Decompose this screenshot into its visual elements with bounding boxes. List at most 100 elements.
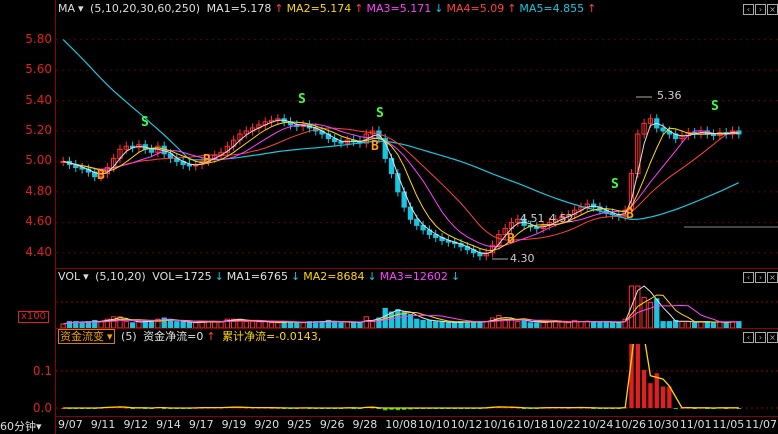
fund-flow-params: (5)	[121, 330, 137, 343]
ma-value-1: MA1=5.178	[206, 2, 272, 15]
flow-prev-button[interactable]: ‹	[743, 332, 754, 343]
sell-signal: S	[298, 92, 306, 107]
vol-arrow-3: ↓	[367, 270, 377, 283]
net-flow-arrow: ↑	[206, 330, 216, 343]
net-flow-value: 资金净流=0	[143, 330, 204, 343]
buy-signal: B	[97, 168, 105, 183]
sell-signal: S	[141, 115, 149, 130]
volume-values: VOL=1725 ↓ MA1=6765 ↓ MA2=8684 ↓ MA3=12602 ↓	[152, 270, 463, 283]
ma-arrow-3: ↓	[434, 2, 444, 15]
vol-arrow-2: ↓	[291, 270, 301, 283]
price-chart	[56, 39, 778, 261]
volume-bars	[60, 285, 742, 328]
volume-close-button[interactable]: ×	[767, 272, 778, 283]
sell-signal: S	[376, 106, 384, 121]
volume-bar	[496, 315, 502, 328]
volume-prev-button[interactable]: ‹	[743, 272, 754, 283]
x-axis-date: 9/25	[287, 418, 312, 431]
vol-value-2: MA1=6765	[226, 270, 289, 283]
x-axis-date: 9/07	[58, 418, 83, 431]
low-annotation: 4.30	[510, 252, 535, 265]
price-y-tick: 5.60	[25, 62, 52, 77]
price-y-tick: 4.80	[25, 183, 52, 198]
close-main-button[interactable]: ×	[767, 4, 778, 15]
main-indicator-selector[interactable]: MA ▾	[58, 2, 84, 15]
flow-bars	[61, 344, 741, 411]
ma-value-3: MA3=5.171	[366, 2, 432, 15]
buy-signal: B	[626, 207, 634, 222]
x-axis-date: 10/18	[516, 418, 548, 431]
volume-bar	[395, 309, 401, 328]
price-y-tick: 4.40	[25, 244, 52, 259]
volume-bar	[401, 311, 407, 328]
x-axis-date: 9/17	[188, 418, 214, 431]
prev-button[interactable]: ‹	[743, 4, 754, 15]
volume-bar	[363, 316, 369, 328]
volume-bar	[420, 319, 426, 328]
main-indicator-header: MA ▾ (5,10,20,30,60,250) MA1=5.178 ↑ MA2=5.…	[58, 2, 602, 16]
x-axis-date: 10/24	[581, 418, 614, 431]
buy-signal: B	[507, 232, 515, 247]
ma-values: MA1=5.178 ↑ MA2=5.174 ↑ MA3=5.171 ↓ MA4=5.09 ↑ M…	[207, 2, 600, 15]
x-axis-line	[56, 416, 778, 417]
vol-arrow-4: ↓	[450, 270, 461, 283]
flow-close-button[interactable]: ×	[767, 332, 778, 343]
x-axis-date: 11/05	[712, 418, 745, 431]
volume-indicator-selector[interactable]: VOL ▾	[58, 270, 89, 283]
candle-body	[414, 218, 420, 226]
volume-bar	[414, 318, 420, 328]
price-y-tick: 5.40	[25, 92, 52, 107]
x-axis-date: 10/22	[548, 418, 581, 431]
flow-bar	[641, 369, 647, 408]
x-axis-date: 9/14	[156, 418, 181, 431]
vol-value-1: VOL=1725	[152, 270, 212, 283]
x-axis-date: 9/28	[352, 418, 378, 431]
buy-signal: B	[203, 153, 211, 168]
candle-body	[660, 127, 666, 132]
candle-body	[148, 148, 155, 153]
flow-bar	[629, 344, 634, 408]
cumulative-flow-value: 累计净流=-0.0143,	[222, 330, 322, 343]
x-axis-date: 11/01	[679, 418, 712, 431]
volume-bar	[426, 319, 433, 328]
ma-value-2: MA2=5.174	[286, 2, 352, 15]
period-selector[interactable]: 60分钟▾	[0, 418, 54, 434]
fund-flow-selector[interactable]: 资金流变 ▾	[58, 329, 115, 344]
vol-value-4: MA3=12602	[379, 270, 448, 283]
main-indicator-name: MA	[58, 2, 76, 15]
fund-flow-header: 资金流变 ▾ (5) 资金净流=0 ↑ 累计净流=-0.0143,	[58, 329, 324, 344]
price-y-tick: 5.20	[25, 122, 52, 137]
fund-flow-chart	[56, 344, 778, 411]
x-axis-date: 9/12	[123, 418, 149, 431]
sell-signal: S	[611, 177, 619, 192]
ma-value-4: MA4=5.09	[446, 2, 505, 15]
flow-bar	[673, 408, 678, 409]
flow-y-tick: 0.0	[32, 401, 52, 415]
price-y-tick: 5.00	[25, 153, 52, 168]
vol-value-3: MA2=8684	[303, 270, 365, 283]
high-annotation: 5.36	[657, 89, 682, 102]
volume-bar	[647, 301, 654, 328]
x-axis-date: 10/08	[385, 418, 417, 431]
x-axis-date: 10/30	[647, 418, 679, 431]
volume-indicator-name: VOL	[58, 270, 81, 283]
volume-bar	[388, 311, 395, 328]
volume-next-button[interactable]: ›	[755, 272, 766, 283]
volume-chart	[56, 285, 778, 328]
next-button[interactable]: ›	[755, 4, 766, 15]
flow-bar	[660, 386, 666, 408]
fund-flow-indicator-name: 资金流变	[60, 330, 104, 343]
period-label: 60分钟	[0, 420, 36, 433]
ma-value-5: MA5=4.855	[519, 2, 585, 15]
stock-chart-window: { "main_panel": { "indicator": "MA", "pa…	[0, 0, 778, 434]
volume-params: (5,10,20)	[95, 270, 146, 283]
flow-next-button[interactable]: ›	[755, 332, 766, 343]
mid-annotation-2: 4.52	[549, 212, 574, 225]
flow-bar	[635, 344, 640, 408]
volume-header: VOL ▾ (5,10,20) VOL=1725 ↓ MA1=6765 ↓ MA2=868…	[58, 270, 466, 284]
x-axis-date: 9/11	[90, 418, 116, 431]
x-axis-date: 10/26	[614, 418, 647, 431]
sell-signal: S	[711, 99, 719, 114]
candle-body	[395, 173, 401, 193]
main-indicator-params: (5,10,20,30,60,250)	[90, 2, 201, 15]
